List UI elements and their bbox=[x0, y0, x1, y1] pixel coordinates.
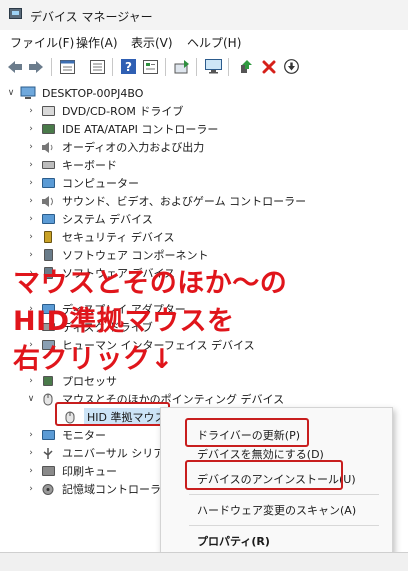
printer-icon bbox=[40, 465, 56, 478]
keyboard-icon bbox=[40, 159, 56, 172]
tree-item-label: キーボード bbox=[62, 159, 117, 172]
expand-chevron-icon[interactable]: › bbox=[26, 232, 36, 242]
tree-item-audio-io[interactable]: › オーディオの入力および出力 bbox=[26, 138, 204, 156]
expand-chevron-icon[interactable]: › bbox=[26, 160, 36, 170]
monitor-icon bbox=[40, 177, 56, 190]
tree-item-label: システム デバイス bbox=[62, 213, 153, 226]
device-view-icon[interactable] bbox=[142, 58, 159, 75]
tree-item-system[interactable]: › システム デバイス bbox=[26, 210, 153, 228]
menu-bar: ファイル(F) 操作(A) 表示(V) ヘルプ(H) bbox=[0, 32, 408, 52]
collapse-chevron-icon[interactable]: ∨ bbox=[6, 88, 16, 98]
uninstall-highlight bbox=[185, 460, 343, 490]
toolbar-separator bbox=[228, 58, 229, 76]
scan-hardware-icon[interactable] bbox=[173, 58, 190, 75]
menu-separator bbox=[189, 494, 379, 495]
computer-icon bbox=[20, 86, 36, 100]
mouse-icon bbox=[40, 393, 56, 406]
enable-device-icon[interactable] bbox=[237, 58, 254, 75]
tree-root-label: DESKTOP-00PJ4BO bbox=[42, 86, 144, 100]
expand-chevron-icon[interactable]: › bbox=[26, 196, 36, 206]
collapse-chevron-icon[interactable]: ∨ bbox=[26, 394, 36, 404]
window-title: デバイス マネージャー bbox=[30, 10, 153, 24]
tree-item-computer[interactable]: › コンピューター bbox=[26, 174, 139, 192]
tree-item-label: モニター bbox=[62, 429, 106, 442]
tree-item-label: ソフトウェア コンポーネント bbox=[62, 249, 209, 262]
tree-item-label: DVD/CD-ROM ドライブ bbox=[62, 105, 184, 118]
tree-item-label: 記憶域コントローラー bbox=[62, 483, 172, 496]
help-icon[interactable]: ? bbox=[120, 58, 137, 75]
menu-action[interactable]: 操作(A) bbox=[76, 34, 118, 51]
tree-item-label: セキュリティ デバイス bbox=[62, 231, 175, 244]
tree-item-dvd[interactable]: › DVD/CD-ROM ドライブ bbox=[26, 102, 183, 120]
tree-item-label: IDE ATA/ATAPI コントローラー bbox=[62, 123, 219, 136]
uninstall-x-icon[interactable] bbox=[260, 58, 277, 75]
title-bar: デバイス マネージャー bbox=[0, 0, 408, 30]
toolbar-separator bbox=[165, 58, 166, 76]
expand-chevron-icon[interactable]: › bbox=[26, 430, 36, 440]
ide-controller-icon bbox=[40, 123, 56, 136]
expand-chevron-icon[interactable]: › bbox=[26, 106, 36, 116]
expand-chevron-icon[interactable]: › bbox=[26, 214, 36, 224]
tree-item-security[interactable]: › セキュリティ デバイス bbox=[26, 228, 175, 246]
annotation-line-2: HID準拠マウスを bbox=[13, 306, 235, 337]
menu-item-properties[interactable]: プロパティ(R) bbox=[197, 533, 270, 549]
expand-chevron-icon[interactable]: › bbox=[26, 124, 36, 134]
security-chip-icon bbox=[40, 231, 56, 244]
tree-item-label: コンピューター bbox=[62, 177, 139, 190]
system-device-icon bbox=[40, 213, 56, 226]
usb-icon bbox=[40, 447, 56, 460]
expand-chevron-icon[interactable]: › bbox=[26, 142, 36, 152]
menu-view[interactable]: 表示(V) bbox=[131, 34, 173, 51]
back-arrow-icon[interactable] bbox=[6, 58, 23, 75]
tree-item-label: サウンド、ビデオ、およびゲーム コントローラー bbox=[62, 195, 307, 208]
menu-file[interactable]: ファイル(F) bbox=[10, 34, 74, 51]
tree-item-storage[interactable]: › 記憶域コントローラー bbox=[26, 480, 172, 498]
menu-help[interactable]: ヘルプ(H) bbox=[187, 34, 241, 51]
expand-chevron-icon[interactable]: › bbox=[26, 250, 36, 260]
software-component-icon bbox=[40, 249, 56, 262]
tree-item-monitor[interactable]: › モニター bbox=[26, 426, 106, 444]
expand-chevron-icon[interactable]: › bbox=[26, 466, 36, 476]
monitor-icon[interactable] bbox=[205, 58, 222, 75]
expand-chevron-icon[interactable]: › bbox=[26, 448, 36, 458]
tree-item-sound[interactable]: › サウンド、ビデオ、およびゲーム コントローラー bbox=[26, 192, 306, 210]
tree-item-ide[interactable]: › IDE ATA/ATAPI コントローラー bbox=[26, 120, 218, 138]
toolbar-separator bbox=[51, 58, 52, 76]
menu-item-scan-hardware[interactable]: ハードウェア変更のスキャン(A) bbox=[197, 502, 356, 518]
annotation-line-1: マウスとそのほか～の bbox=[13, 268, 288, 299]
speaker-icon bbox=[40, 141, 56, 154]
tree-item-keyboard[interactable]: › キーボード bbox=[26, 156, 117, 174]
annotation-line-3: 右クリック↓ bbox=[13, 344, 174, 375]
update-driver-icon[interactable] bbox=[89, 58, 106, 75]
menu-separator bbox=[189, 525, 379, 526]
svg-text:?: ? bbox=[125, 60, 132, 74]
sound-icon bbox=[40, 195, 56, 208]
expand-chevron-icon[interactable]: › bbox=[26, 484, 36, 494]
toolbar-separator bbox=[196, 58, 197, 76]
tree-item-print-queue[interactable]: › 印刷キュー bbox=[26, 462, 117, 480]
disable-down-icon[interactable] bbox=[283, 58, 300, 75]
storage-controller-icon bbox=[40, 483, 56, 496]
toolbar-separator bbox=[112, 58, 113, 76]
expand-chevron-icon[interactable]: › bbox=[26, 178, 36, 188]
tree-item-sw-component[interactable]: › ソフトウェア コンポーネント bbox=[26, 246, 209, 264]
dvd-drive-icon bbox=[40, 105, 56, 118]
monitor-icon bbox=[40, 429, 56, 442]
tree-item-label: オーディオの入力および出力 bbox=[62, 141, 205, 154]
hid-mouse-highlight bbox=[55, 402, 170, 426]
tree-root[interactable]: ∨ DESKTOP-00PJ4BO bbox=[6, 84, 143, 102]
forward-arrow-icon[interactable] bbox=[27, 58, 44, 75]
device-manager-app-icon bbox=[9, 8, 22, 19]
toolbar: ? bbox=[0, 54, 408, 80]
tree-item-label: 印刷キュー bbox=[62, 465, 117, 478]
update-driver-highlight bbox=[185, 418, 309, 447]
status-bar bbox=[0, 552, 408, 571]
properties-icon[interactable] bbox=[59, 58, 76, 75]
